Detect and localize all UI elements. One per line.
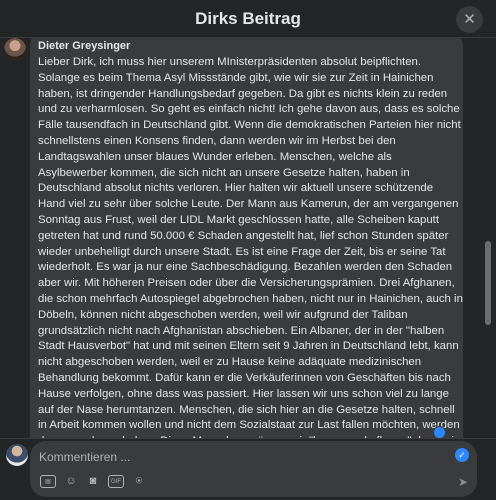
scrollbar[interactable] — [485, 241, 491, 325]
comment-input[interactable]: Kommentieren ... ✓ ▤ ☺ ◙ GIF ⍟ ➤ — [30, 441, 477, 497]
dialog-title: Dirks Beitrag — [195, 9, 301, 28]
camera-icon[interactable]: ◙ — [86, 475, 100, 488]
comment-author[interactable]: Dieter Greysinger — [38, 40, 463, 53]
comment-thread: Dieter Greysinger Lieber Dirk, ich muss … — [0, 38, 496, 438]
check-icon: ✓ — [455, 448, 469, 462]
reaction-icon[interactable] — [433, 426, 446, 438]
comment-composer: Kommentieren ... ✓ ▤ ☺ ◙ GIF ⍟ ➤ — [0, 438, 496, 500]
avatar[interactable] — [6, 444, 28, 466]
sticker-icon[interactable]: ▤ — [40, 475, 56, 488]
comment-text: Lieber Dirk, ich muss hier unserem MInis… — [38, 56, 463, 438]
send-icon[interactable]: ➤ — [458, 475, 472, 489]
composer-tools: ▤ ☺ ◙ GIF ⍟ — [40, 475, 146, 489]
avatar[interactable] — [4, 38, 26, 60]
gif-icon[interactable]: GIF — [108, 475, 124, 488]
comment-placeholder: Kommentieren ... — [39, 450, 131, 464]
close-icon[interactable]: ✕ — [456, 6, 483, 33]
avatar-sticker-icon[interactable]: ⍟ — [132, 475, 146, 488]
comment-bubble: Dieter Greysinger Lieber Dirk, ich muss … — [30, 38, 463, 438]
emoji-icon[interactable]: ☺ — [64, 475, 78, 488]
dialog-header: Dirks Beitrag ✕ — [0, 0, 496, 38]
